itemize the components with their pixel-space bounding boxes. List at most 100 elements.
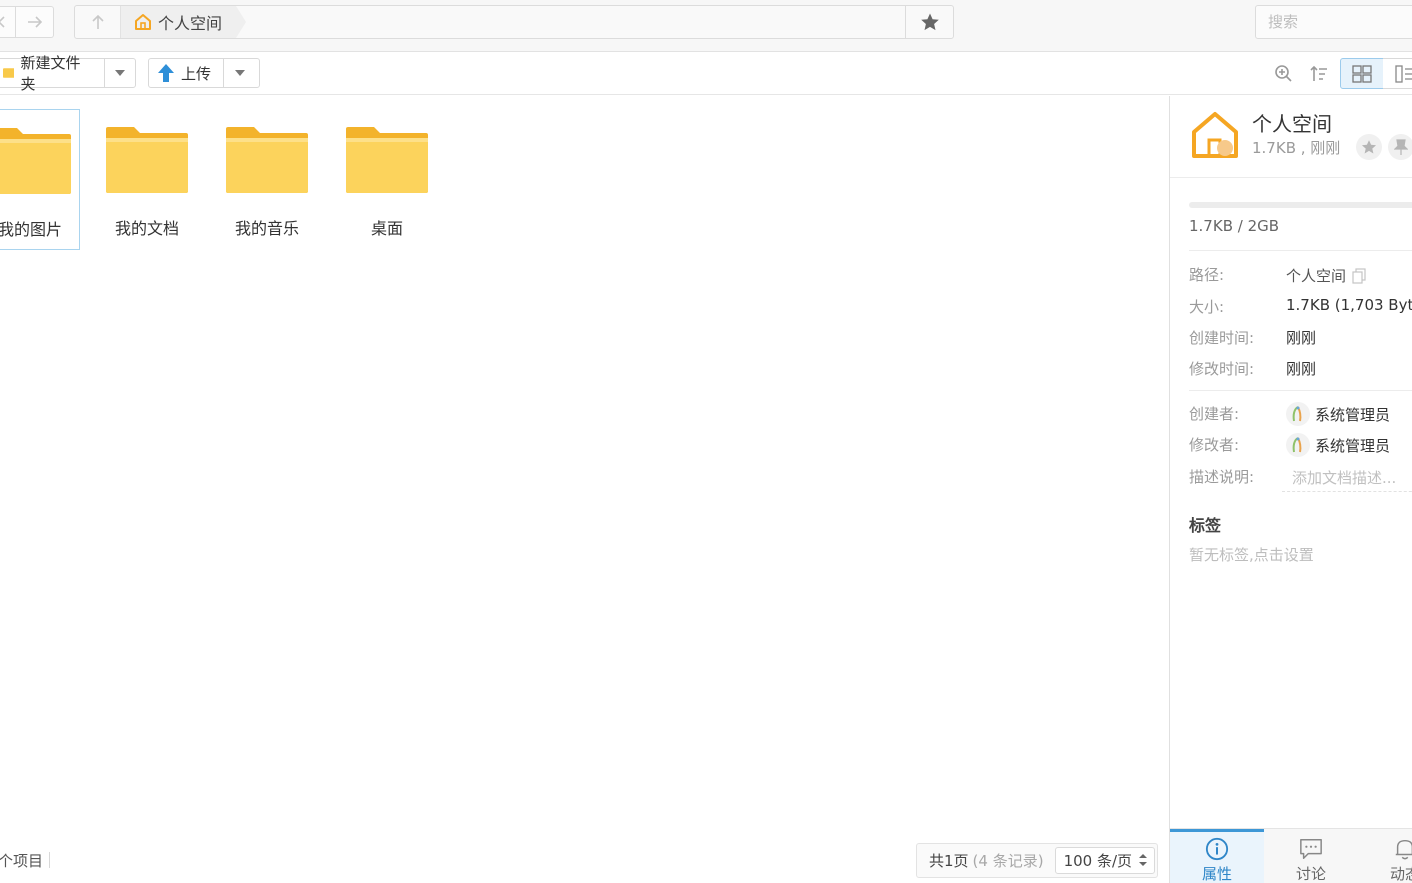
panel-header: 个人空间 1.7KB , 刚刚 — [1170, 96, 1412, 178]
address-toolbar: 个人空间 — [0, 0, 1412, 52]
caret-down-icon — [234, 70, 245, 76]
panel-tabs: 属性 讨论 动态 — [1170, 828, 1412, 883]
divider — [1189, 390, 1412, 391]
creator-name: 系统管理员 — [1315, 405, 1391, 424]
upload-icon — [158, 64, 174, 82]
panel-subtitle: 1.7KB , 刚刚 — [1252, 139, 1341, 157]
tab-properties[interactable]: 属性 — [1170, 829, 1264, 883]
home-icon — [133, 12, 153, 32]
upload-button[interactable]: 上传 — [149, 59, 223, 87]
creator-user[interactable]: 系统管理员 — [1286, 402, 1390, 426]
tab-label: 属性 — [1201, 865, 1232, 883]
creator-label: 创建者: — [1189, 405, 1240, 423]
chat-icon — [1300, 839, 1322, 859]
breadcrumb[interactable]: 个人空间 — [121, 6, 246, 38]
path-text: 个人空间 — [1286, 267, 1347, 285]
created-time-value: 刚刚 — [1286, 329, 1317, 347]
back-button[interactable] — [0, 6, 16, 38]
size-value: 1.7KB (1,703 Byte — [1286, 296, 1412, 314]
tab-discussion[interactable]: 讨论 — [1264, 829, 1358, 883]
tab-label: 动态 — [1389, 865, 1412, 883]
sort-icon — [1310, 65, 1327, 81]
folder-name: 桌面 — [370, 219, 403, 238]
home-icon — [1192, 112, 1238, 158]
path-label: 路径: — [1189, 266, 1225, 284]
avatar — [1286, 402, 1310, 426]
tab-label: 讨论 — [1295, 865, 1326, 883]
pagination: 共1页 (4 条记录) 100 条/页 — [916, 843, 1158, 878]
folder-item[interactable]: 桌面 — [337, 109, 437, 250]
new-folder-group: 新建文件夹 — [0, 54, 136, 93]
sort-button[interactable] — [1307, 62, 1331, 86]
new-folder-label: 新建文件夹 — [20, 54, 81, 93]
arrow-up-icon — [91, 14, 104, 29]
folder-name: 我的音乐 — [234, 219, 299, 238]
list-view-button[interactable] — [1383, 58, 1412, 89]
folder-icon — [0, 128, 71, 194]
modifier-user[interactable]: 系统管理员 — [1286, 433, 1390, 457]
user-avatar-icon — [1292, 437, 1302, 453]
folder-name: 我的图片 — [0, 220, 62, 239]
panel-title: 个人空间 — [1252, 112, 1332, 136]
favorite-button[interactable] — [1356, 134, 1382, 160]
user-avatar-icon — [1292, 406, 1302, 422]
caret-down-icon — [115, 70, 126, 76]
page-size-value: 100 条/页 — [1063, 852, 1133, 870]
folder-item[interactable]: 我的文档 — [97, 109, 197, 250]
page-size-select[interactable]: 100 条/页 — [1054, 847, 1155, 874]
list-view-icon — [1394, 64, 1412, 83]
page-total: 共1页 — [929, 852, 969, 870]
search-input[interactable] — [1255, 5, 1412, 39]
arrow-right-icon — [27, 16, 42, 28]
grid-view-button[interactable] — [1340, 58, 1384, 89]
forward-button[interactable] — [16, 6, 54, 38]
folder-item[interactable]: 我的图片 — [0, 109, 80, 250]
description-label: 描述说明: — [1189, 468, 1255, 486]
folder-icon — [106, 127, 188, 193]
tags-title: 标签 — [1189, 516, 1222, 535]
updown-icon — [1138, 854, 1147, 866]
main-toolbar: 新建文件夹 上传 — [0, 52, 1412, 95]
upload-label: 上传 — [181, 64, 212, 83]
new-folder-dropdown[interactable] — [104, 59, 135, 87]
modified-time-value: 刚刚 — [1286, 360, 1317, 378]
pin-button[interactable] — [1388, 134, 1412, 160]
folder-icon — [226, 127, 308, 193]
zoom-in-icon — [1275, 65, 1292, 82]
favorite-button[interactable] — [905, 6, 953, 38]
modified-time-label: 修改时间: — [1189, 360, 1255, 378]
item-count-label: 个项目 — [0, 852, 44, 870]
quota-bar — [1189, 202, 1412, 208]
folder-name: 我的文档 — [114, 219, 179, 238]
new-folder-button[interactable]: 新建文件夹 — [0, 54, 104, 93]
status-divider — [49, 852, 51, 868]
file-grid: 我的图片 我的文档 我的音乐 桌面 — [0, 96, 1169, 883]
folder-icon — [346, 127, 428, 193]
created-time-label: 创建时间: — [1189, 329, 1255, 347]
breadcrumb-label: 个人空间 — [158, 14, 223, 33]
quota-text: 1.7KB / 2GB — [1189, 217, 1280, 235]
info-icon — [1205, 837, 1229, 861]
record-count: (4 条记录) — [972, 852, 1044, 870]
star-icon — [920, 13, 939, 31]
path-value[interactable]: 个人空间 — [1286, 265, 1366, 286]
properties-panel: 个人空间 1.7KB , 刚刚 1.7KB / 2GB 路径: 个人空间 大小:… — [1169, 96, 1412, 883]
upload-dropdown[interactable] — [223, 59, 255, 87]
copy-icon[interactable] — [1352, 267, 1366, 284]
up-level-button[interactable] — [75, 6, 121, 38]
star-icon — [1361, 140, 1377, 154]
grid-view-icon — [1352, 64, 1372, 83]
description-input[interactable] — [1282, 464, 1412, 492]
divider — [1189, 250, 1412, 251]
modifier-label: 修改者: — [1189, 436, 1240, 454]
modifier-name: 系统管理员 — [1315, 436, 1391, 455]
folder-item[interactable]: 我的音乐 — [217, 109, 317, 250]
avatar — [1286, 433, 1310, 457]
tags-empty-link[interactable]: 暂无标签,点击设置 — [1189, 544, 1314, 565]
zoom-button[interactable] — [1272, 62, 1296, 86]
pin-icon — [1394, 139, 1408, 155]
address-bar[interactable]: 个人空间 — [74, 5, 954, 39]
bell-icon — [1395, 839, 1412, 860]
tab-activity[interactable]: 动态 — [1358, 829, 1412, 883]
upload-group: 上传 — [148, 58, 260, 88]
